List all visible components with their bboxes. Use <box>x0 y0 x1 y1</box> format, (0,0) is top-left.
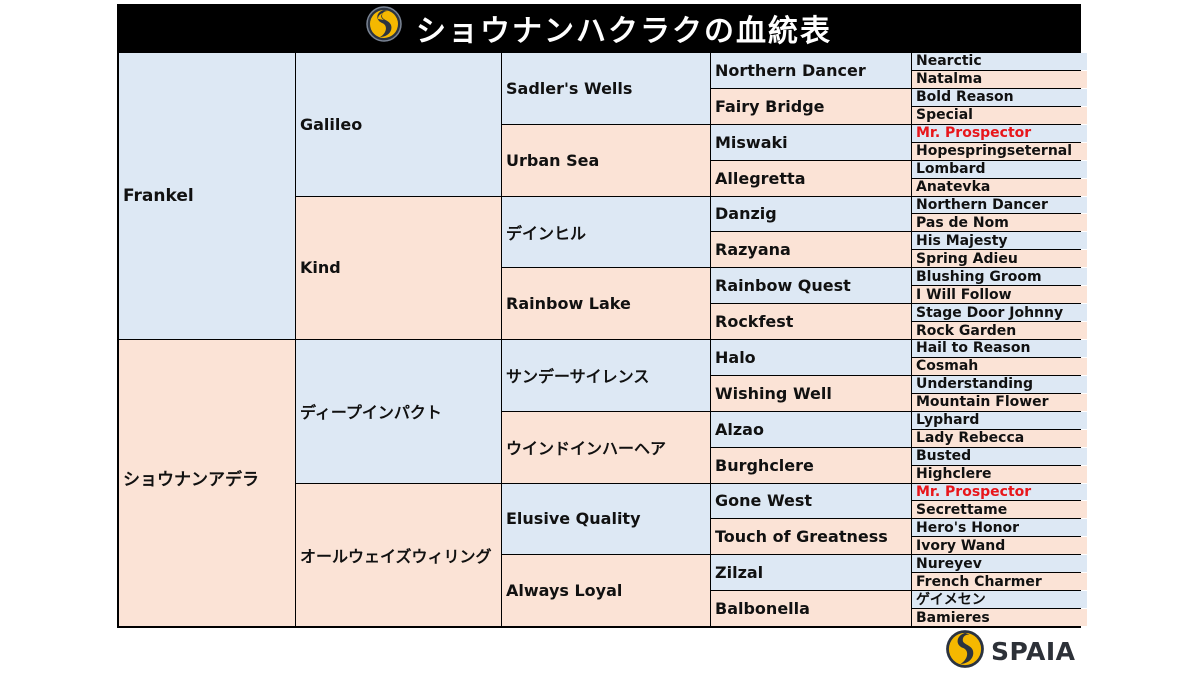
pedigree-cell-gen5: Anatevka <box>912 178 1087 196</box>
pedigree-cell-gen5: Blushing Groom <box>912 268 1087 286</box>
pedigree-cell-gen4: Danzig <box>711 196 911 232</box>
pedigree-cell-gen3: デインヒル <box>502 196 710 268</box>
pedigree-cell-gen5: Lombard <box>912 160 1087 178</box>
pedigree-cell-gen4: Burghclere <box>711 447 911 483</box>
page-title: ショウナンハクラクの血統表 <box>416 13 832 49</box>
pedigree-cell-gen4: Allegretta <box>711 160 911 196</box>
pedigree-cell-gen4: Razyana <box>711 232 911 268</box>
pedigree-cell-gen3: Rainbow Lake <box>502 268 710 339</box>
pedigree-cell-gen5: His Majesty <box>912 232 1087 250</box>
pedigree-cell-gen5: Mountain Flower <box>912 393 1087 411</box>
pedigree-cell-gen5: Nureyev <box>912 555 1087 573</box>
pedigree-cell-gen1: ショウナンアデラ <box>119 340 295 626</box>
pedigree-cell-gen5: Natalma <box>912 70 1087 88</box>
pedigree-cell-gen4: Northern Dancer <box>711 53 911 88</box>
pedigree-cell-gen5: Lady Rebecca <box>912 429 1087 447</box>
pedigree-cell-gen5: Nearctic <box>912 53 1087 70</box>
pedigree-cell-gen5: Ivory Wand <box>912 537 1087 555</box>
pedigree-cell-gen5: Mr. Prospector <box>912 483 1087 501</box>
pedigree-cell-gen5: Mr. Prospector <box>912 124 1087 142</box>
pedigree-cell-gen5: Lyphard <box>912 411 1087 429</box>
pedigree-cell-gen3: ウインドインハーヘア <box>502 411 710 483</box>
pedigree-cell-gen2: ディープインパクト <box>296 340 501 483</box>
pedigree-cell-gen5: Busted <box>912 447 1087 465</box>
pedigree-cell-gen5: ゲイメセン <box>912 591 1087 609</box>
spaia-logo-icon <box>945 629 985 673</box>
pedigree-cell-gen2: オールウェイズウィリング <box>296 483 501 626</box>
pedigree-cell-gen3: Elusive Quality <box>502 483 710 555</box>
brand-name: SPAIA <box>991 636 1076 666</box>
pedigree-cell-gen5: Cosmah <box>912 357 1087 375</box>
pedigree-cell-gen5: Special <box>912 106 1087 124</box>
pedigree-cell-gen4: Halo <box>711 340 911 375</box>
pedigree-cell-gen5: Hail to Reason <box>912 340 1087 357</box>
pedigree-cell-gen2: Kind <box>296 196 501 339</box>
pedigree-cell-gen5: Bamieres <box>912 609 1087 626</box>
pedigree-cell-gen1: Frankel <box>119 53 295 339</box>
pedigree-cell-gen4: Gone West <box>711 483 911 519</box>
pedigree-cell-gen5: Hopespringseternal <box>912 142 1087 160</box>
pedigree-cell-gen5: Pas de Nom <box>912 214 1087 232</box>
spaia-logo-icon <box>366 5 402 50</box>
pedigree-cell-gen3: Sadler's Wells <box>502 53 710 124</box>
pedigree-cell-gen5: Northern Dancer <box>912 196 1087 214</box>
pedigree-cell-gen4: Rockfest <box>711 304 911 339</box>
pedigree-cell-gen5: Stage Door Johnny <box>912 304 1087 322</box>
pedigree-cell-gen4: Fairy Bridge <box>711 88 911 124</box>
pedigree-cell-gen3: サンデーサイレンス <box>502 340 710 411</box>
pedigree-cell-gen5: Highclere <box>912 465 1087 483</box>
pedigree-cell-gen4: Touch of Greatness <box>711 519 911 555</box>
pedigree-cell-gen4: Zilzal <box>711 555 911 591</box>
pedigree-table: Frankel ショウナンアデラ Galileo Kind ディープインパクト オールウェ… <box>117 51 1087 628</box>
brand-footer: SPAIA <box>945 629 1076 673</box>
title-bar: ショウナンハクラクの血統表 <box>117 4 1081 51</box>
pedigree-cell-gen4: Rainbow Quest <box>711 268 911 304</box>
pedigree-cell-gen5: Spring Adieu <box>912 250 1087 268</box>
pedigree-cell-gen5: Rock Garden <box>912 322 1087 339</box>
pedigree-cell-gen5: Secrettame <box>912 501 1087 519</box>
pedigree-cell-gen4: Balbonella <box>711 591 911 626</box>
pedigree-cell-gen5: French Charmer <box>912 573 1087 591</box>
pedigree-cell-gen3: Always Loyal <box>502 555 710 626</box>
pedigree-cell-gen2: Galileo <box>296 53 501 196</box>
pedigree-cell-gen5: I Will Follow <box>912 286 1087 304</box>
pedigree-cell-gen4: Wishing Well <box>711 375 911 411</box>
pedigree-cell-gen4: Miswaki <box>711 124 911 160</box>
pedigree-cell-gen4: Alzao <box>711 411 911 447</box>
pedigree-cell-gen5: Bold Reason <box>912 88 1087 106</box>
pedigree-cell-gen5: Hero's Honor <box>912 519 1087 537</box>
pedigree-cell-gen5: Understanding <box>912 375 1087 393</box>
pedigree-cell-gen3: Urban Sea <box>502 124 710 196</box>
